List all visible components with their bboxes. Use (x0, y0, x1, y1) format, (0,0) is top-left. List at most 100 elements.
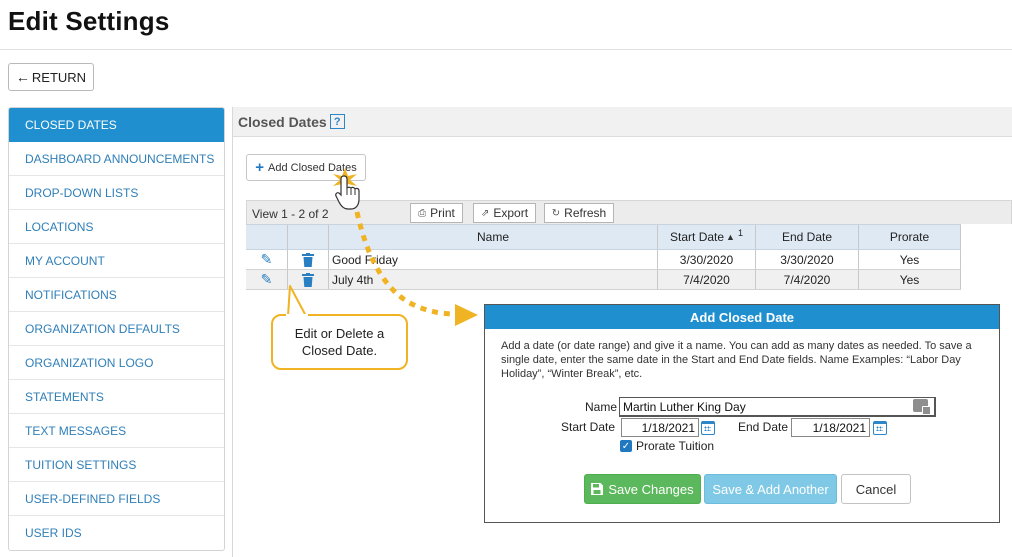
sidebar-item-label: STATEMENTS (25, 389, 104, 404)
name-input[interactable]: Martin Luther King Day (619, 397, 936, 417)
sidebar-item-my-account[interactable]: MY ACCOUNT (9, 244, 224, 278)
checkbox-icon: ✓ (621, 440, 631, 452)
sidebar-item-organization-logo[interactable]: ORGANIZATION LOGO (9, 346, 224, 380)
return-button[interactable]: ← RETURN (8, 63, 94, 91)
save-changes-button[interactable]: Save Changes (584, 474, 701, 504)
row-start: 7/4/2020 (683, 272, 730, 287)
grid-view-count: View 1 - 2 of 2 (252, 207, 329, 221)
sidebar-item-label: USER IDS (25, 526, 82, 540)
pencil-icon[interactable]: ✎ (261, 271, 273, 288)
row-prorate: Yes (899, 272, 920, 287)
header-start-label: Start Date (670, 230, 725, 244)
row-end: 3/30/2020 (780, 252, 834, 267)
sort-order-number: 1 (737, 228, 743, 238)
save-changes-label: Save Changes (608, 481, 694, 497)
header-name[interactable]: Name (329, 225, 658, 249)
cancel-button[interactable]: Cancel (841, 474, 911, 504)
sidebar-item-dashboard-announcements[interactable]: DASHBOARD ANNOUNCEMENTS (9, 142, 224, 176)
refresh-button[interactable]: ↻ Refresh (544, 203, 614, 223)
sidebar-item-organization-defaults[interactable]: ORGANIZATION DEFAULTS (9, 312, 224, 346)
sidebar: CLOSED DATES DASHBOARD ANNOUNCEMENTS DRO… (8, 107, 225, 551)
header-name-label: Name (476, 230, 509, 244)
header-start-date[interactable]: Start Date ▲ 1 (658, 225, 756, 249)
header-end-label: End Date (781, 230, 833, 244)
sidebar-item-label: TUITION SETTINGS (25, 457, 137, 472)
trash-icon[interactable] (302, 252, 314, 267)
print-label: Print (430, 206, 455, 220)
sidebar-item-label: LOCATIONS (25, 219, 94, 234)
name-label: Name (585, 400, 618, 414)
sidebar-item-label: MY ACCOUNT (25, 253, 105, 268)
row-end: 7/4/2020 (783, 272, 831, 287)
save-and-add-another-label: Save & Add Another (712, 481, 829, 497)
page: Edit Settings ← RETURN CLOSED DATES DASH… (0, 0, 1012, 557)
start-date-label: Start Date (561, 420, 616, 434)
end-cell: 7/4/2020 (756, 270, 859, 289)
panel-title: Closed Dates (238, 113, 327, 130)
sidebar-item-label: NOTIFICATIONS (25, 287, 117, 302)
sidebar-item-label: USER-DEFINED FIELDS (25, 491, 161, 506)
edit-delete-callout: Edit or Delete a Closed Date. (271, 314, 408, 370)
refresh-label: Refresh (564, 206, 607, 220)
header-end-date[interactable]: End Date (756, 225, 859, 249)
sidebar-item-label: DASHBOARD ANNOUNCEMENTS (25, 151, 215, 166)
callout-text: Edit or Delete a Closed Date. (294, 326, 385, 358)
keyboard-icon[interactable] (913, 399, 931, 415)
calendar-icon[interactable] (873, 421, 887, 435)
sidebar-item-drop-down-lists[interactable]: DROP-DOWN LISTS (9, 176, 224, 210)
sidebar-item-label: DROP-DOWN LISTS (25, 185, 139, 200)
pencil-icon[interactable]: ✎ (261, 251, 273, 268)
sidebar-item-locations[interactable]: LOCATIONS (9, 210, 224, 244)
start-cell: 7/4/2020 (658, 270, 756, 289)
print-button[interactable]: ⎙ Print (410, 203, 463, 223)
export-button[interactable]: ⇗ Export (473, 203, 536, 223)
grid-header-row: Name Start Date ▲ 1 End Date Prorate (246, 224, 961, 250)
start-date-value: 1/18/2021 (641, 420, 695, 435)
sidebar-item-tuition-settings[interactable]: TUITION SETTINGS (9, 448, 224, 482)
end-date-value: 1/18/2021 (812, 420, 866, 435)
help-icon[interactable]: ? (329, 114, 345, 129)
delete-cell (288, 250, 329, 269)
row-name: July 4th (332, 272, 374, 287)
end-cell: 3/30/2020 (756, 250, 859, 269)
sidebar-item-closed-dates[interactable]: CLOSED DATES (9, 108, 224, 142)
save-and-add-another-button[interactable]: Save & Add Another (704, 474, 837, 504)
sidebar-item-user-ids[interactable]: USER IDS (9, 516, 224, 550)
header-prorate-label: Prorate (889, 230, 930, 244)
sidebar-item-notifications[interactable]: NOTIFICATIONS (9, 278, 224, 312)
start-date-input[interactable]: 1/18/2021 (621, 418, 699, 437)
dialog-title: Add Closed Date (485, 305, 999, 329)
header-prorate[interactable]: Prorate (859, 225, 961, 249)
panel-header: Closed Dates ? (233, 107, 1012, 137)
sidebar-item-text-messages[interactable]: TEXT MESSAGES (9, 414, 224, 448)
sidebar-item-statements[interactable]: STATEMENTS (9, 380, 224, 414)
plus-icon: + (255, 159, 265, 176)
prorate-tuition-checkbox[interactable]: ✓ (620, 440, 632, 452)
edit-cell: ✎ (246, 250, 288, 269)
sidebar-item-user-defined-fields[interactable]: USER-DEFINED FIELDS (9, 482, 224, 516)
table-row: ✎ Good Friday 3/30/2020 3/30/2020 Yes (246, 250, 961, 270)
trash-icon[interactable] (302, 272, 314, 287)
header-edit-col (246, 225, 288, 249)
edit-cell: ✎ (246, 270, 288, 289)
prorate-tuition-label: Prorate Tuition (636, 439, 715, 453)
row-prorate: Yes (899, 252, 920, 267)
name-input-value: Martin Luther King Day (623, 399, 746, 414)
start-cell: 3/30/2020 (658, 250, 756, 269)
sidebar-item-label: CLOSED DATES (25, 117, 117, 132)
closed-dates-grid: View 1 - 2 of 2 ⎙ Print ⇗ Export ↻ Refre… (246, 200, 1012, 290)
add-closed-dates-label: Add Closed Dates (268, 161, 357, 174)
prorate-cell: Yes (859, 250, 961, 269)
add-closed-dates-button[interactable]: + Add Closed Dates (246, 154, 366, 181)
name-cell: Good Friday (329, 250, 658, 269)
end-date-input[interactable]: 1/18/2021 (791, 418, 870, 437)
name-cell: July 4th (329, 270, 658, 289)
header-delete-col (288, 225, 329, 249)
printer-icon: ⎙ (418, 207, 427, 219)
page-title: Edit Settings (8, 6, 170, 36)
return-button-label: RETURN (31, 69, 87, 85)
cancel-label: Cancel (855, 481, 897, 497)
calendar-icon[interactable] (701, 421, 715, 435)
delete-cell (288, 270, 329, 289)
left-arrow-icon: ← (15, 69, 30, 85)
